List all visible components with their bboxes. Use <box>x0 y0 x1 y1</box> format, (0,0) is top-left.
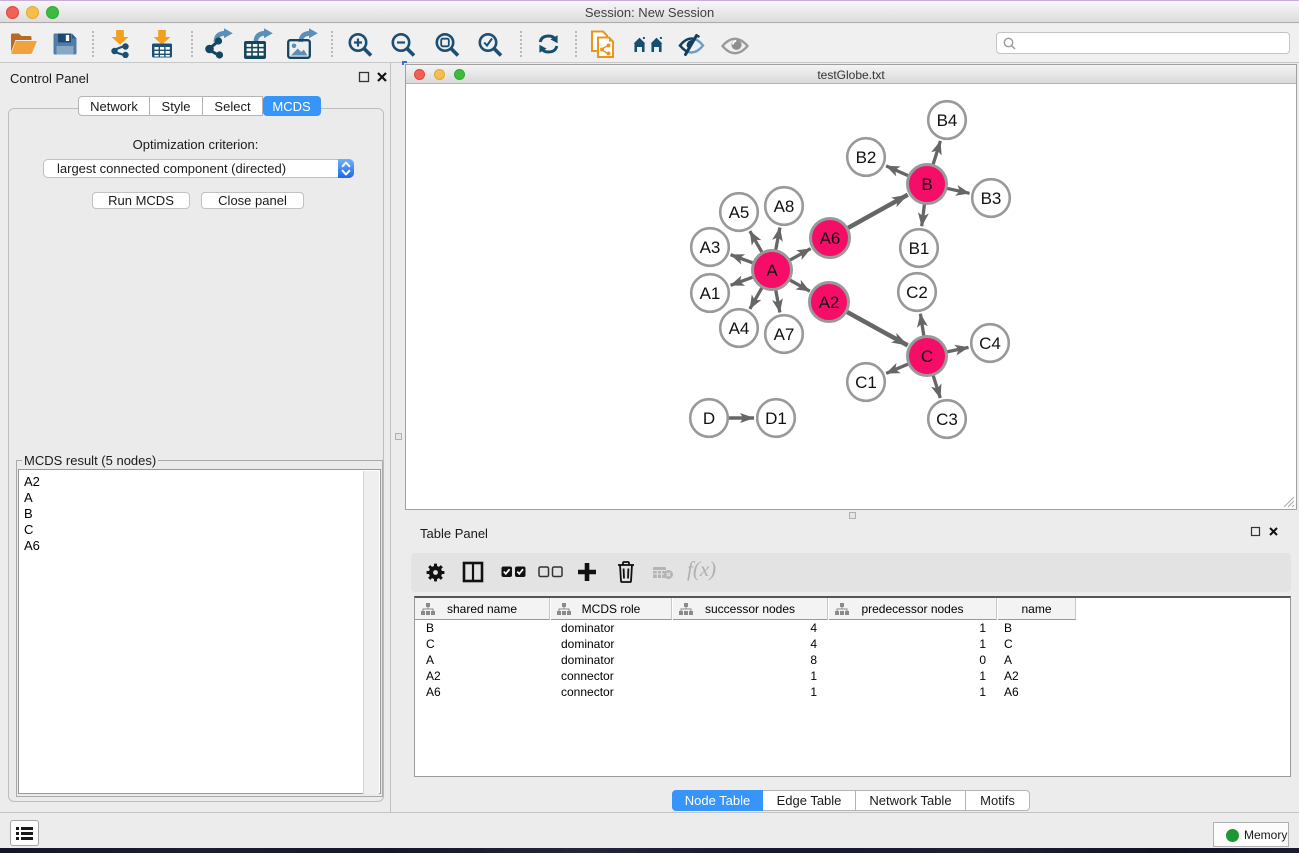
svg-text:D1: D1 <box>765 409 787 428</box>
svg-text:B2: B2 <box>856 148 877 167</box>
svg-text:A6: A6 <box>820 229 841 248</box>
svg-text:A1: A1 <box>700 284 721 303</box>
svg-text:A2: A2 <box>819 293 840 312</box>
svg-text:A3: A3 <box>700 238 721 257</box>
svg-text:B: B <box>921 175 932 194</box>
svg-text:C3: C3 <box>936 410 958 429</box>
svg-text:C2: C2 <box>906 283 928 302</box>
svg-text:B3: B3 <box>981 189 1002 208</box>
svg-text:A5: A5 <box>729 203 750 222</box>
svg-text:A: A <box>766 261 778 280</box>
svg-text:A8: A8 <box>774 197 795 216</box>
svg-text:A7: A7 <box>774 325 795 344</box>
svg-text:A4: A4 <box>729 319 750 338</box>
svg-text:C1: C1 <box>855 373 877 392</box>
svg-text:B1: B1 <box>909 239 930 258</box>
svg-text:D: D <box>703 409 715 428</box>
svg-text:B4: B4 <box>937 111 958 130</box>
svg-text:C: C <box>921 347 933 366</box>
svg-text:C4: C4 <box>979 334 1001 353</box>
